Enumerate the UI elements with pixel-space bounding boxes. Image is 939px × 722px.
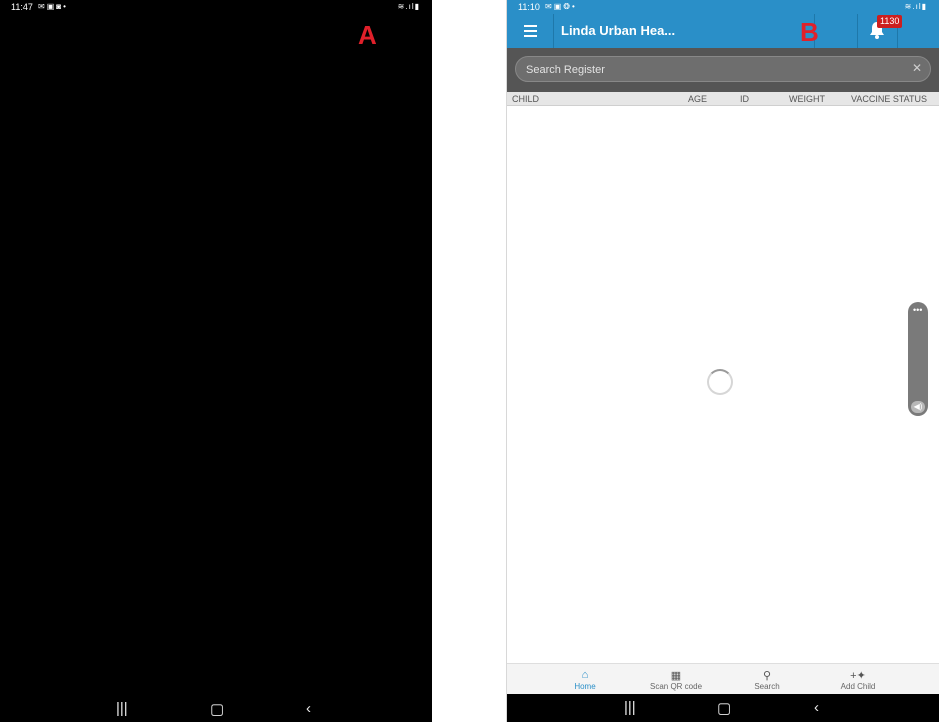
qr-code-icon: ▦ (670, 670, 682, 682)
system-navigation-bar: ||| ▢ ‹ (507, 694, 939, 722)
recent-apps-icon[interactable]: ||| (624, 699, 636, 716)
add-child-icon: +✦ (850, 670, 866, 682)
back-icon[interactable]: ‹ (814, 699, 819, 716)
search-box: ✕ (515, 56, 931, 82)
signal-battery-icon: ≋.ıl▮ (397, 2, 420, 11)
system-navigation-bar: ||| ▢ ‹ (0, 695, 432, 722)
recent-apps-icon[interactable]: ||| (116, 700, 128, 717)
status-time: 11:47 (11, 2, 33, 12)
bottom-navigation: ⌂ Home ▦ Scan QR code ⚲ Search +✦ Add Ch… (507, 663, 939, 695)
nav-search[interactable]: ⚲ Search (722, 669, 812, 691)
speaker-icon[interactable]: ◀) (911, 401, 925, 413)
menu-button[interactable] (507, 14, 554, 48)
app-bar: Linda Urban Hea... 1130 B (507, 14, 939, 48)
column-header-id[interactable]: ID (740, 94, 749, 104)
screen-label-b: B (800, 17, 819, 47)
home-system-icon[interactable]: ▢ (210, 700, 224, 718)
status-bar: 11:47 ✉▣◙• ≋.ıl▮ (0, 0, 432, 14)
home-system-icon[interactable]: ▢ (717, 699, 731, 717)
nav-home[interactable]: ⌂ Home (540, 669, 630, 691)
divider (857, 14, 858, 48)
nav-scan-qr[interactable]: ▦ Scan QR code (631, 669, 721, 691)
notification-icons: ✉▣❂• (545, 2, 577, 11)
phone-b-screen: 11:10 ✉▣❂• ≋.ıl▮ Linda Urban Hea... 1130… (506, 0, 939, 722)
app-title: Linda Urban Hea... (561, 23, 676, 38)
column-header-age[interactable]: AGE (688, 94, 707, 104)
column-header-weight[interactable]: WEIGHT (789, 94, 825, 104)
close-icon[interactable]: ✕ (912, 61, 922, 75)
notification-icons: ✉▣◙• (38, 2, 68, 11)
loading-spinner (707, 369, 733, 395)
hamburger-icon (524, 25, 537, 40)
search-bar: ✕ (507, 48, 939, 92)
phone-a-screen: 11:47 ✉▣◙• ≋.ıl▮ A ||| ▢ ‹ (0, 0, 432, 722)
screen-label-a: A (358, 20, 377, 50)
search-input[interactable] (524, 60, 898, 80)
nav-add-child[interactable]: +✦ Add Child (813, 669, 903, 691)
volume-panel[interactable]: ••• ◀) (908, 302, 928, 416)
status-time: 11:10 (518, 2, 540, 12)
nav-search-label: Search (754, 682, 780, 691)
nav-scan-qr-label: Scan QR code (649, 682, 703, 691)
back-icon[interactable]: ‹ (306, 700, 311, 717)
table-header: CHILD AGE ID WEIGHT VACCINE STATUS (507, 92, 939, 106)
home-icon: ⌂ (581, 669, 589, 681)
nav-add-child-label: Add Child (840, 682, 876, 691)
column-header-vaccine-status[interactable]: VACCINE STATUS (851, 94, 927, 104)
status-bar: 11:10 ✉▣❂• ≋.ıl▮ (507, 0, 939, 14)
nav-home-label: Home (574, 682, 596, 691)
more-options-icon[interactable]: ••• (913, 305, 922, 315)
notification-badge: 1130 (877, 15, 903, 28)
column-header-child[interactable]: CHILD (512, 94, 539, 104)
search-icon: ⚲ (762, 670, 772, 682)
signal-battery-icon: ≋.ıl▮ (904, 2, 927, 11)
